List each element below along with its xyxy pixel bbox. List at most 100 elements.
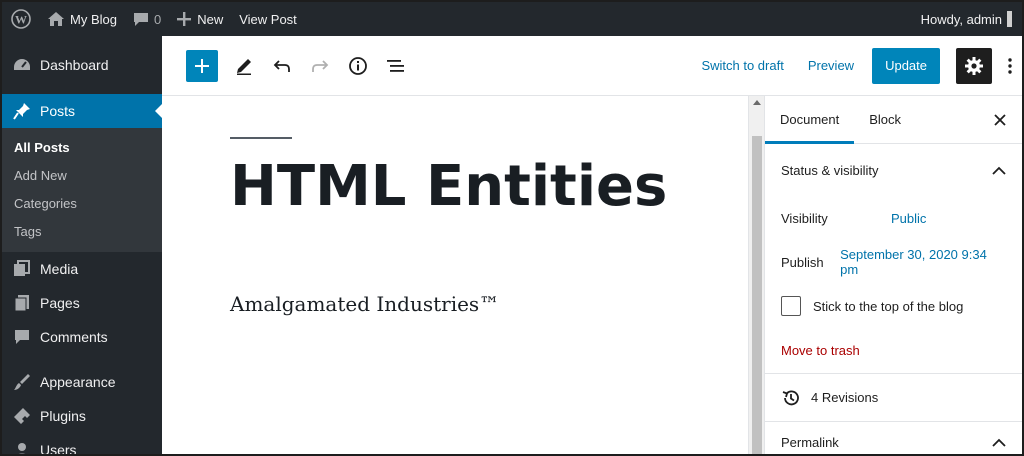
post-title[interactable]: HTML Entities: [230, 154, 667, 219]
comments-count: 0: [153, 11, 162, 27]
gear-icon: [964, 56, 984, 76]
sidebar-item-users[interactable]: Users: [2, 433, 162, 456]
site-name: My Blog: [70, 11, 117, 27]
new-label: New: [197, 11, 224, 27]
visibility-row: Visibility Public: [765, 196, 1022, 240]
title-divider: [230, 137, 292, 139]
wordpress-logo-icon[interactable]: W: [2, 2, 40, 36]
close-icon: [994, 113, 1006, 126]
sidebar-item-comments[interactable]: Comments: [2, 320, 162, 354]
editor-scrollbar[interactable]: [748, 96, 764, 454]
submenu-all-posts[interactable]: All Posts: [2, 134, 162, 162]
brush-icon: [12, 372, 32, 392]
status-visibility-panel-toggle[interactable]: Status & visibility: [765, 144, 1022, 196]
comments-link[interactable]: 0: [125, 2, 169, 36]
settings-tabs: Document Block: [765, 96, 1022, 144]
sidebar-item-dashboard[interactable]: Dashboard: [2, 48, 162, 82]
panel-title: Status & visibility: [781, 162, 879, 178]
site-name-link[interactable]: My Blog: [40, 2, 125, 36]
redo-button[interactable]: [302, 48, 338, 84]
publish-label: Publish: [781, 254, 824, 270]
avatar: [1007, 11, 1012, 27]
pencil-icon: [235, 57, 253, 75]
panel-title: Permalink: [781, 434, 839, 450]
sidebar-item-label: Comments: [40, 329, 108, 345]
admin-bar: W My Blog 0 New View Post Howdy, admin: [2, 2, 1022, 36]
switch-to-draft-button[interactable]: Switch to draft: [689, 58, 795, 73]
visibility-label: Visibility: [781, 210, 828, 226]
submenu-add-new[interactable]: Add New: [2, 162, 162, 190]
submenu-tags[interactable]: Tags: [2, 218, 162, 246]
preview-button[interactable]: Preview: [796, 58, 866, 73]
undo-icon: [273, 59, 291, 73]
content-info-button[interactable]: [340, 48, 376, 84]
list-icon: [386, 58, 406, 74]
admin-sidebar: Dashboard Posts All Posts Add New Catego…: [2, 36, 163, 456]
tab-document[interactable]: Document: [765, 96, 855, 144]
redo-icon: [311, 59, 329, 73]
publish-date-toggle[interactable]: September 30, 2020 9:34 pm: [840, 247, 1006, 277]
toolbar-actions: Switch to draft Preview Update: [689, 36, 1022, 96]
block-navigation-button[interactable]: [378, 48, 414, 84]
app-frame: W My Blog 0 New View Post Howdy, admin D…: [0, 0, 1024, 456]
scrollbar-thumb[interactable]: [752, 136, 762, 454]
sidebar-item-label: Users: [40, 442, 77, 456]
more-menu-button[interactable]: [998, 48, 1022, 84]
plus-icon: [177, 12, 192, 26]
media-icon: [12, 259, 32, 279]
dashboard-icon: [12, 55, 32, 75]
howdy-text: Howdy, admin: [920, 11, 1002, 27]
move-to-trash-button[interactable]: Move to trash: [765, 328, 1022, 374]
sidebar-item-label: Dashboard: [40, 57, 109, 73]
sidebar-item-pages[interactable]: Pages: [2, 286, 162, 320]
plus-icon: [195, 58, 209, 73]
submenu-categories[interactable]: Categories: [2, 190, 162, 218]
sticky-row: Stick to the top of the blog: [765, 284, 1022, 328]
sidebar-item-label: Posts: [40, 103, 76, 119]
update-button[interactable]: Update: [872, 47, 940, 84]
comment-icon: [12, 327, 32, 347]
revisions-label: 4 Revisions: [811, 390, 879, 405]
editor-toolbar: Switch to draft Preview Update: [162, 36, 1022, 96]
revisions-link[interactable]: 4 Revisions: [765, 374, 1022, 422]
close-settings-button[interactable]: [978, 96, 1022, 143]
visibility-toggle[interactable]: Public: [891, 211, 926, 226]
view-post-label: View Post: [239, 11, 297, 27]
sidebar-item-posts[interactable]: Posts: [2, 94, 163, 128]
history-icon: [781, 388, 801, 408]
sidebar-item-appearance[interactable]: Appearance: [2, 365, 162, 399]
settings-sidebar: Document Block Status & visibility Visib…: [764, 96, 1022, 454]
sidebar-item-label: Appearance: [40, 374, 116, 390]
home-icon: [48, 12, 64, 26]
permalink-panel-toggle[interactable]: Permalink: [765, 422, 1022, 454]
scroll-up-arrow-icon[interactable]: [753, 100, 761, 105]
sidebar-item-label: Pages: [40, 295, 80, 311]
settings-button[interactable]: [956, 47, 992, 84]
add-block-button[interactable]: [186, 49, 218, 82]
sidebar-item-label: Media: [40, 261, 79, 277]
chevron-up-icon: [992, 438, 1006, 447]
undo-button[interactable]: [264, 48, 300, 84]
sidebar-item-label: Plugins: [40, 408, 86, 424]
kebab-icon: [1008, 57, 1012, 74]
tools-button[interactable]: [226, 48, 262, 84]
new-content-link[interactable]: New: [169, 2, 231, 36]
sticky-label[interactable]: Stick to the top of the blog: [813, 299, 963, 314]
posts-submenu: All Posts Add New Categories Tags: [2, 128, 162, 252]
sticky-checkbox[interactable]: [781, 296, 801, 316]
account-menu[interactable]: Howdy, admin: [913, 2, 1022, 36]
sidebar-item-plugins[interactable]: Plugins: [2, 399, 162, 433]
plugin-icon: [12, 406, 32, 426]
view-post-link[interactable]: View Post: [231, 2, 305, 36]
pin-icon: [12, 101, 32, 121]
tab-block[interactable]: Block: [854, 96, 916, 143]
pages-icon: [12, 293, 32, 313]
chevron-up-icon: [992, 166, 1006, 175]
svg-text:W: W: [15, 13, 27, 27]
user-icon: [12, 440, 32, 454]
paragraph-block[interactable]: Amalgamated Industries™: [230, 292, 499, 316]
sidebar-item-media[interactable]: Media: [2, 252, 162, 286]
info-icon: [348, 56, 368, 76]
publish-row: Publish September 30, 2020 9:34 pm: [765, 240, 1022, 284]
editor-canvas[interactable]: HTML Entities Amalgamated Industries™: [162, 96, 748, 454]
